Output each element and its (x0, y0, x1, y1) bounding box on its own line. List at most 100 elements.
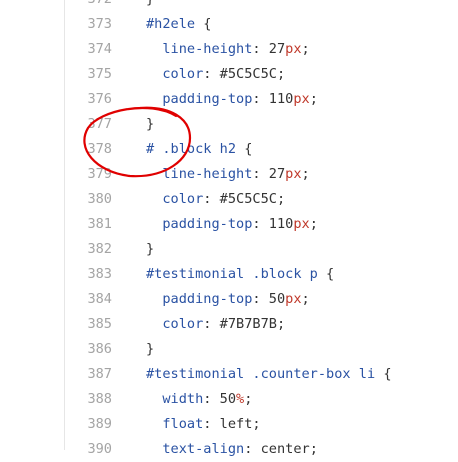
line-number: 372 (0, 0, 112, 12)
code-line[interactable]: 373 #h2ele { (0, 12, 458, 37)
code-text: line-height: 27px; (146, 162, 310, 187)
code-text: } (146, 0, 154, 12)
token-unit: px (293, 216, 310, 232)
token-prop: color (146, 66, 204, 82)
token-punc: ; (301, 166, 310, 182)
code-line[interactable]: 377} (0, 112, 458, 137)
token-val: : 110 (252, 216, 294, 232)
token-prop: width (146, 391, 204, 407)
line-number: 384 (87, 291, 112, 307)
line-number: 375 (87, 66, 112, 82)
code-text: float: left; (146, 412, 261, 437)
token-unit: % (236, 391, 245, 407)
line-number: 383 (87, 266, 112, 282)
code-text: } (146, 337, 154, 362)
token-prop: padding-top (146, 216, 253, 232)
token-unit: px (293, 91, 310, 107)
code-text: color: #7B7B7B; (146, 312, 285, 337)
code-text: #h2ele { (146, 12, 211, 37)
code-text: color: #5C5C5C; (146, 187, 285, 212)
code-text: } (146, 237, 154, 262)
line-number: 386 (87, 341, 112, 357)
line-number: 380 (87, 191, 112, 207)
line-number: 373 (87, 16, 112, 32)
code-text: color: #5C5C5C; (146, 62, 285, 87)
code-text: width: 50%; (146, 387, 252, 412)
line-number: 376 (87, 91, 112, 107)
code-line[interactable]: 381 padding-top: 110px; (0, 212, 458, 237)
token-punc: ; (309, 216, 318, 232)
token-prop: line-height (146, 166, 253, 182)
token-punc: ; (309, 91, 318, 107)
token-val: : #5C5C5C; (203, 66, 286, 82)
token-punc: } (146, 0, 154, 7)
token-prop: float (146, 416, 204, 432)
token-punc: } (146, 241, 155, 257)
token-punc: } (146, 116, 155, 132)
token-prop: text-align (146, 441, 245, 457)
code-line[interactable]: 385 color: #7B7B7B; (0, 312, 458, 337)
token-prop: padding-top (146, 291, 253, 307)
token-punc: { (375, 366, 392, 382)
line-number: 387 (87, 366, 112, 382)
code-text: padding-top: 110px; (146, 87, 318, 112)
line-number: 385 (87, 316, 112, 332)
token-punc: { (236, 141, 253, 157)
line-number: 382 (87, 241, 112, 257)
token-unit: px (285, 291, 302, 307)
token-sel: #h2ele (146, 16, 196, 32)
token-val: : 27 (252, 166, 286, 182)
token-val: : 27 (252, 41, 286, 57)
token-val: : 50 (252, 291, 286, 307)
code-text: } (146, 112, 154, 137)
token-val: : 50 (203, 391, 237, 407)
code-line[interactable]: 379 line-height: 27px; (0, 162, 458, 187)
line-number: 378 (87, 141, 112, 157)
token-sel: #testimonial .block p (146, 266, 318, 282)
code-text: #testimonial .block p { (146, 262, 334, 287)
code-line[interactable]: 380 color: #5C5C5C; (0, 187, 458, 212)
token-punc: ; (301, 41, 310, 57)
line-number: 379 (87, 166, 112, 182)
line-number: 388 (87, 391, 112, 407)
token-val: : #7B7B7B; (203, 316, 286, 332)
token-val: : left; (203, 416, 261, 432)
token-punc: } (146, 341, 155, 357)
code-line[interactable]: 386} (0, 337, 458, 362)
token-sel: # .block h2 (146, 141, 237, 157)
token-unit: px (285, 41, 302, 57)
token-val: : center; (244, 441, 318, 457)
code-text: padding-top: 50px; (146, 287, 310, 312)
code-text: padding-top: 110px; (146, 212, 318, 237)
code-editor[interactable]: 372}373#h2ele {374 line-height: 27px;375… (0, 0, 458, 457)
line-number: 381 (87, 216, 112, 232)
token-unit: px (285, 166, 302, 182)
code-text: #testimonial .counter-box li { (146, 362, 392, 387)
code-text: # .block h2 { (146, 137, 252, 162)
line-number: 389 (87, 416, 112, 432)
token-punc: ; (244, 391, 253, 407)
line-number: 377 (87, 116, 112, 132)
code-line[interactable]: 378 # .block h2 { (0, 137, 458, 162)
token-prop: padding-top (146, 91, 253, 107)
token-prop: color (146, 191, 204, 207)
token-val: : #5C5C5C; (203, 191, 286, 207)
code-line[interactable]: 389 float: left; (0, 412, 458, 437)
token-punc: ; (301, 291, 310, 307)
token-punc: { (195, 16, 212, 32)
code-text: line-height: 27px; (146, 37, 310, 62)
code-line[interactable]: 388 width: 50%; (0, 387, 458, 412)
token-punc: { (317, 266, 335, 282)
token-prop: line-height (146, 41, 253, 57)
token-sel: #testimonial .counter-box li (146, 366, 376, 382)
token-prop: color (146, 316, 204, 332)
code-line[interactable]: 387 #testimonial .counter-box li { (0, 362, 458, 387)
code-line[interactable]: 382} (0, 237, 458, 262)
code-line[interactable]: 372} (0, 0, 458, 12)
code-line[interactable]: 374 line-height: 27px; (0, 37, 458, 62)
code-line[interactable]: 376 padding-top: 110px; (0, 87, 458, 112)
code-line[interactable]: 383 #testimonial .block p { (0, 262, 458, 287)
code-line[interactable]: 375 color: #5C5C5C; (0, 62, 458, 87)
code-line[interactable]: 384 padding-top: 50px; (0, 287, 458, 312)
line-number: 374 (87, 41, 112, 57)
